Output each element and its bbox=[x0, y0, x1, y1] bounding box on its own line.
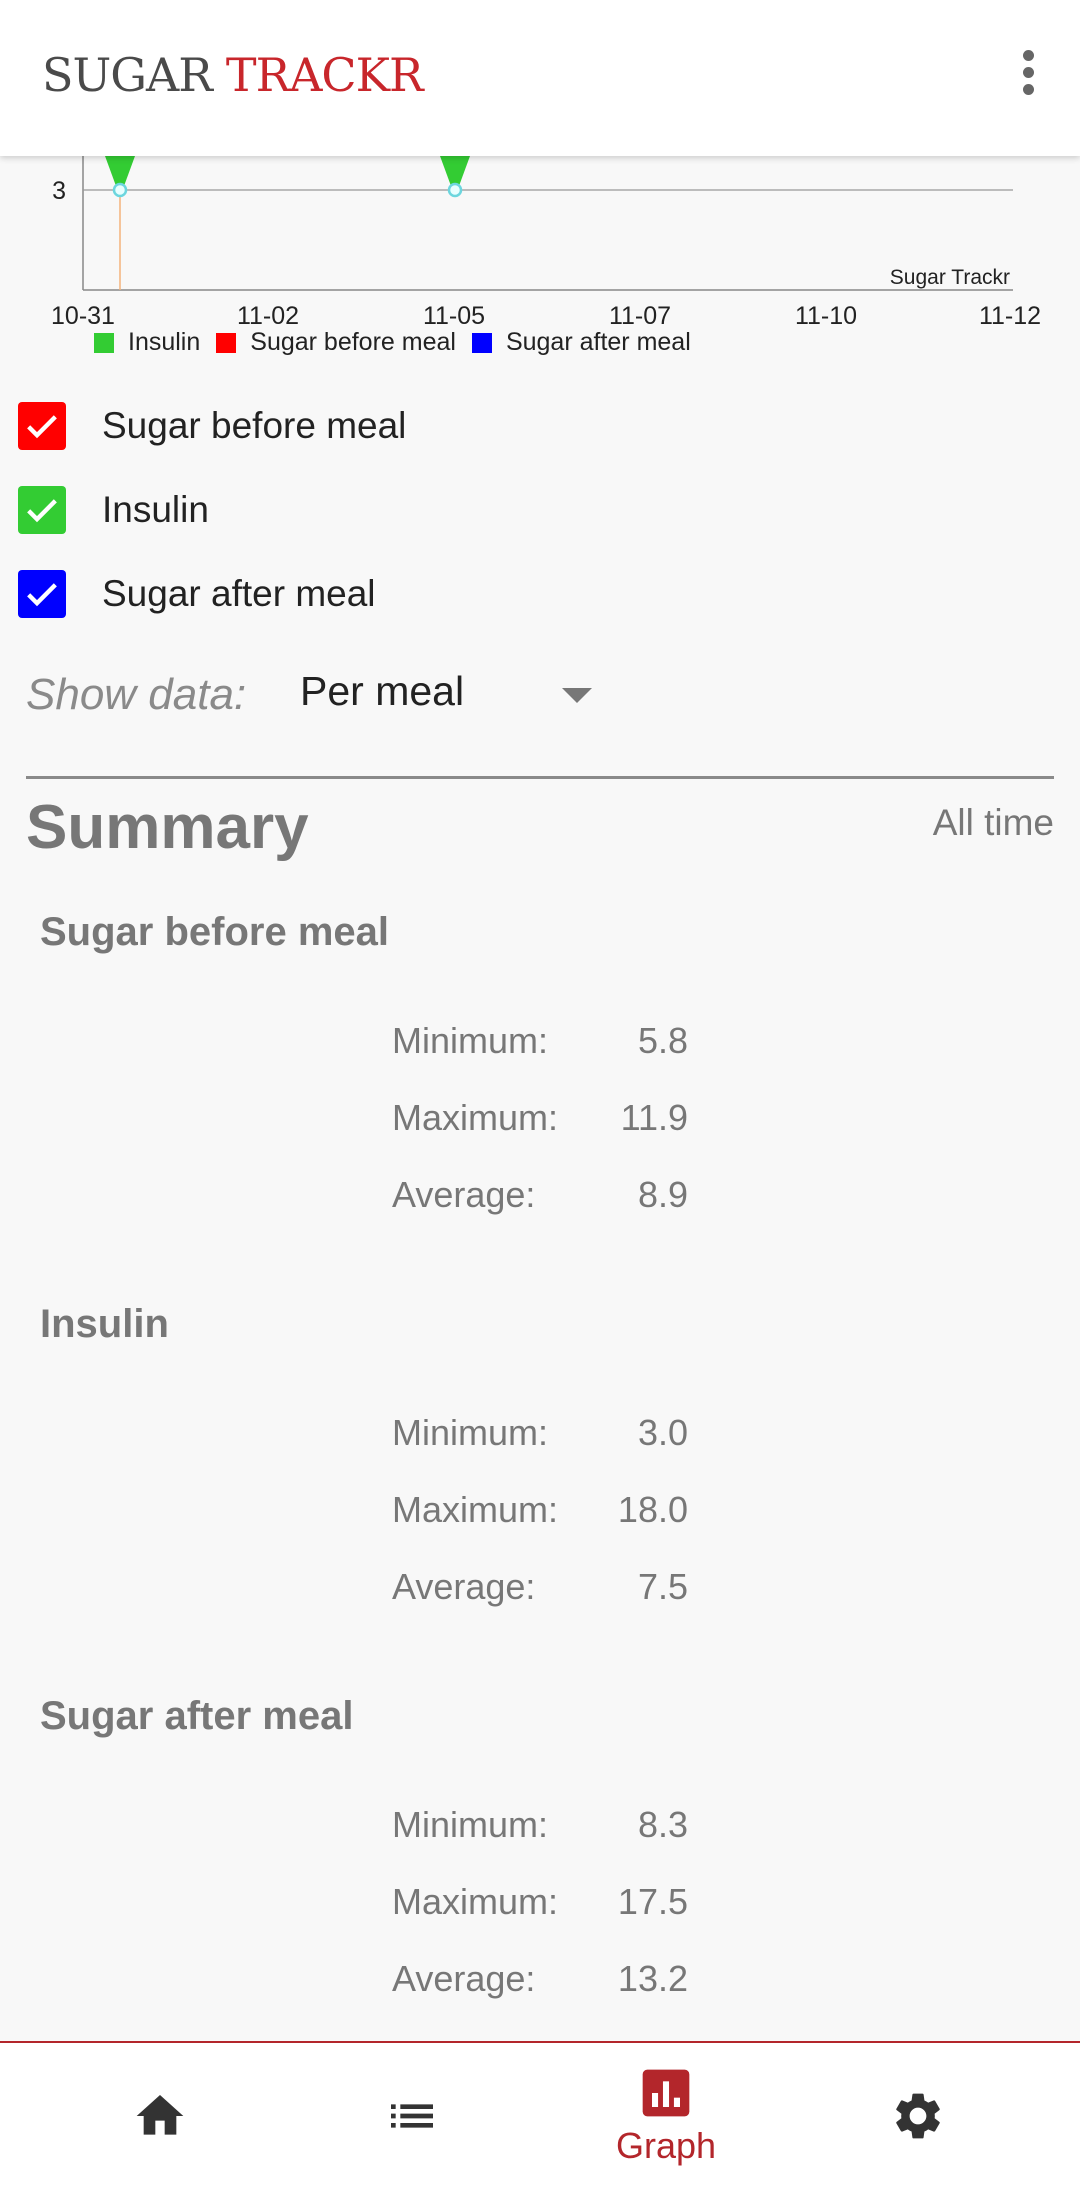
stat-label-average: Average: bbox=[392, 1174, 536, 1215]
x-tick-label: 10-31 bbox=[51, 302, 115, 330]
stat-value-maximum: 18.0 bbox=[617, 1489, 688, 1530]
list-icon bbox=[391, 2104, 433, 2128]
y-tick-label: 3 bbox=[52, 177, 66, 205]
stat-label-maximum: Maximum: bbox=[392, 1489, 559, 1530]
stat-value-maximum: 11.9 bbox=[620, 1097, 688, 1138]
x-tick-label: 11-10 bbox=[795, 302, 857, 330]
chart-legend: Insulin Sugar before meal Sugar after me… bbox=[94, 328, 707, 357]
stat-label-average: Average: bbox=[392, 1958, 536, 1999]
stat-value-minimum: 8.3 bbox=[637, 1804, 688, 1845]
checkbox-sugar-after-meal-label: Sugar after meal bbox=[102, 573, 376, 614]
x-tick-label: 11-02 bbox=[237, 302, 299, 330]
nav-graph-label: Graph bbox=[615, 2125, 717, 2166]
insulin-series-segment bbox=[440, 156, 470, 186]
checkbox-sugar-before-meal-box[interactable] bbox=[18, 402, 66, 450]
summary-section-title: Sugar before meal bbox=[40, 910, 390, 954]
stat-value-minimum: 5.8 bbox=[637, 1020, 688, 1061]
bottom-navigation: Graph bbox=[0, 2041, 1080, 2187]
app-logo: SUGAR TRACKR bbox=[42, 48, 424, 102]
more-vert-icon[interactable] bbox=[1020, 50, 1036, 96]
stat-label-minimum: Minimum: bbox=[392, 1020, 549, 1061]
stat-label-maximum: Maximum: bbox=[392, 1097, 559, 1138]
x-tick-label: 11-12 bbox=[979, 302, 1041, 330]
nav-home[interactable] bbox=[110, 2043, 210, 2187]
summary-title: Summary bbox=[26, 793, 309, 862]
legend-swatch-insulin bbox=[94, 332, 114, 353]
stat-value-average: 7.5 bbox=[637, 1566, 688, 1607]
legend-swatch-sugar-after bbox=[471, 332, 492, 353]
stat-value-maximum: 17.5 bbox=[617, 1881, 688, 1922]
stat-label-maximum: Maximum: bbox=[392, 1881, 559, 1922]
checkbox-sugar-before-meal-label: Sugar before meal bbox=[102, 405, 407, 446]
checkbox-insulin-label: Insulin bbox=[102, 489, 209, 530]
legend-label-sugar-before: Sugar before meal bbox=[250, 328, 456, 356]
summary-section-title: Sugar after meal bbox=[40, 1694, 354, 1738]
x-tick-label: 11-05 bbox=[423, 302, 485, 330]
nav-settings[interactable] bbox=[868, 2043, 968, 2187]
stat-label-average: Average: bbox=[392, 1566, 536, 1607]
legend-label-insulin: Insulin bbox=[128, 328, 201, 356]
checkbox-insulin-box[interactable] bbox=[18, 486, 66, 534]
legend-label-sugar-after: Sugar after meal bbox=[505, 328, 691, 356]
checkbox-sugar-before-meal[interactable]: Sugar before meal bbox=[18, 402, 406, 450]
summary-section-title: Insulin bbox=[40, 1302, 169, 1346]
legend-swatch-sugar-before bbox=[216, 332, 237, 353]
insulin-data-point bbox=[112, 182, 128, 198]
home-icon bbox=[136, 2095, 184, 2135]
summary-range: All time bbox=[932, 802, 1054, 843]
show-data-value: Per meal bbox=[300, 668, 465, 714]
chart-watermark: Sugar Trackr bbox=[890, 266, 1010, 289]
logo-text-sugar: SUGAR bbox=[42, 48, 213, 102]
chevron-down-icon bbox=[562, 688, 592, 703]
app-bar: SUGAR TRACKR bbox=[0, 0, 1080, 156]
stat-label-minimum: Minimum: bbox=[392, 1804, 549, 1845]
logo-text-trackr: TRACKR bbox=[225, 48, 424, 102]
show-data-label: Show data: bbox=[26, 670, 247, 719]
checkbox-insulin[interactable]: Insulin bbox=[18, 486, 209, 534]
check-icon bbox=[27, 415, 57, 439]
check-icon bbox=[27, 499, 57, 523]
check-icon bbox=[27, 583, 57, 607]
graph-icon bbox=[642, 2069, 690, 2117]
stat-value-average: 13.2 bbox=[617, 1958, 688, 1999]
divider bbox=[26, 776, 1054, 779]
stat-label-minimum: Minimum: bbox=[392, 1412, 549, 1453]
stat-value-average: 8.9 bbox=[637, 1174, 688, 1215]
insulin-series-segment bbox=[105, 156, 135, 186]
x-tick-label: 11-07 bbox=[609, 302, 671, 330]
stat-value-minimum: 3.0 bbox=[637, 1412, 688, 1453]
gear-icon bbox=[896, 2093, 940, 2139]
checkbox-sugar-after-meal-box[interactable] bbox=[18, 570, 66, 618]
show-data-select[interactable]: Per meal bbox=[300, 668, 600, 724]
nav-list[interactable] bbox=[362, 2043, 462, 2187]
insulin-data-point bbox=[447, 182, 463, 198]
nav-graph[interactable]: Graph bbox=[596, 2043, 736, 2187]
checkbox-sugar-after-meal[interactable]: Sugar after meal bbox=[18, 570, 376, 618]
